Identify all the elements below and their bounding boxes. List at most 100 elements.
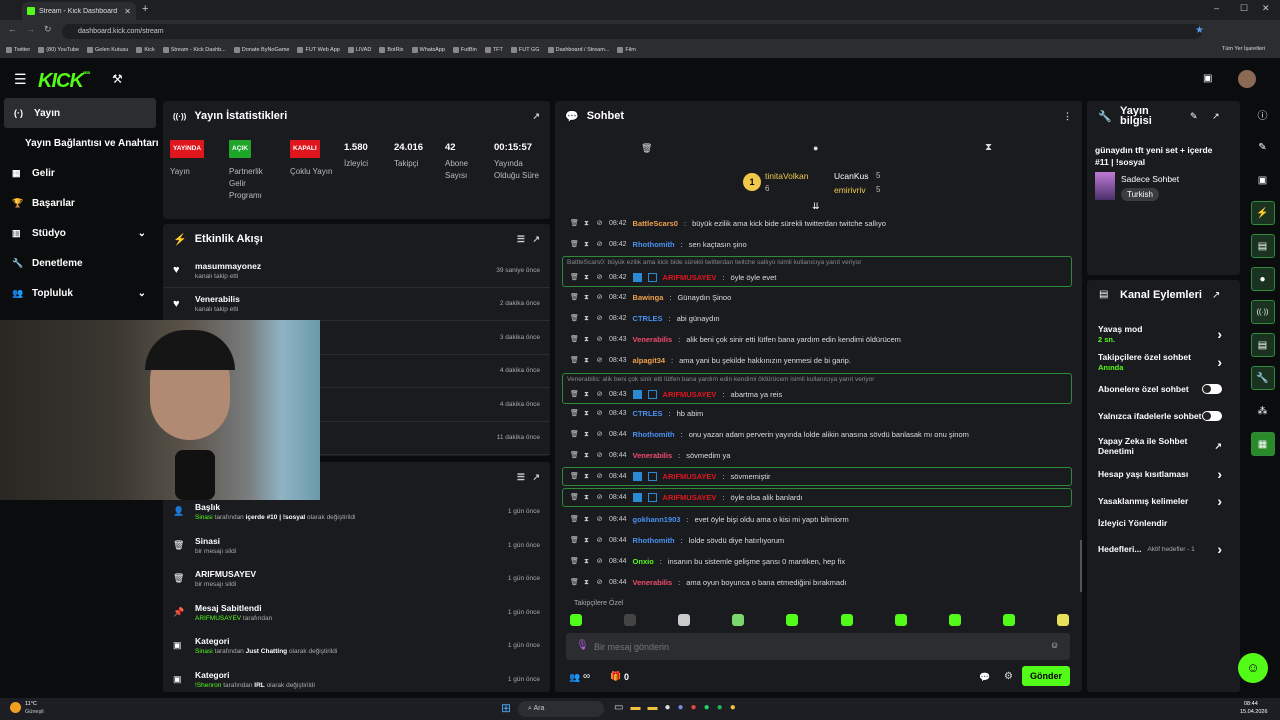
channel-action-row[interactable]: Yavaş mod 2 sn. › [1090, 324, 1230, 344]
bookmark-item[interactable]: (80) YouTube [38, 47, 79, 53]
timeout-icon[interactable]: ⧗ [583, 357, 590, 364]
url-field[interactable]: dashboard.kick.com/stream [62, 24, 1202, 39]
settings-icon[interactable]: ⚙ [1004, 671, 1013, 682]
forward-icon[interactable]: → [26, 24, 35, 34]
chat-menu-icon[interactable]: ⋮ [1063, 111, 1072, 122]
sidebar-item-1[interactable]: Yayın Bağlantısı ve Anahtarı [0, 128, 160, 158]
delete-msg-icon[interactable]: 🗑 [570, 410, 579, 417]
emote-icon[interactable] [948, 614, 961, 626]
emote-icon[interactable] [678, 614, 691, 626]
timeout-icon[interactable]: ⧗ [583, 473, 590, 480]
emote-icon[interactable] [1002, 614, 1015, 626]
timeout-icon[interactable]: ⧗ [583, 558, 590, 565]
vr-icon[interactable]: ▣ [1203, 73, 1212, 84]
delete-msg-icon[interactable]: 🗑 [570, 431, 579, 438]
ban-icon[interactable]: ⊘ [596, 516, 603, 523]
kick-logo[interactable]: KICKBETA [38, 70, 90, 93]
bookmark-item[interactable]: Film [617, 47, 636, 53]
message-user[interactable]: Bawinga [633, 293, 664, 302]
timeout-icon[interactable]: ⧗ [583, 537, 590, 544]
message-user[interactable]: Venerabilis [633, 578, 673, 587]
bookmark-item[interactable]: FUT GG [510, 47, 540, 53]
message-user[interactable]: ARIFMUSAYEV [663, 472, 717, 481]
timeout-icon[interactable]: ⧗ [583, 274, 590, 281]
app-icon[interactable]: ● [730, 702, 736, 713]
channel-action-row[interactable]: Yasaklanmış kelimeler › [1090, 493, 1230, 509]
gifter-2-name[interactable]: UcanKus [834, 171, 869, 181]
ban-icon[interactable]: ⊘ [596, 241, 603, 248]
timeout-icon[interactable]: ⧗ [583, 494, 590, 501]
discord-icon[interactable]: ● [678, 702, 684, 713]
timeout-icon[interactable]: ⧗ [583, 336, 590, 343]
delete-msg-icon[interactable]: 🗑 [570, 391, 579, 398]
bookmark-item[interactable]: LIVAD [347, 47, 371, 53]
chat-rail-icon[interactable]: ● [1250, 267, 1275, 291]
bookmark-item[interactable]: TFT [484, 47, 503, 53]
explorer-icon[interactable]: ▬ [630, 702, 640, 713]
ban-icon[interactable]: ⊘ [596, 336, 603, 343]
delete-msg-icon[interactable]: 🗑 [570, 516, 579, 523]
timeout-icon[interactable]: ⧗ [583, 294, 590, 301]
maximize-icon[interactable]: ☐ [1240, 3, 1248, 14]
timeout-icon[interactable]: ⧗ [583, 241, 590, 248]
timeout-icon[interactable]: ⧗ [583, 220, 590, 227]
emote-icon[interactable] [1056, 614, 1069, 626]
toggle-switch[interactable] [1202, 411, 1222, 421]
channel-action-row[interactable]: Takipçilere özel sohbet Anında › [1090, 352, 1230, 372]
screen-icon[interactable]: ▣ [1251, 168, 1275, 192]
windows-start-icon[interactable]: ⊞ [501, 701, 511, 715]
delete-msg-icon[interactable]: 🗑 [570, 336, 579, 343]
delete-msg-icon[interactable]: 🗑 [570, 558, 579, 565]
wrench-rail-icon[interactable]: 🔧 [1250, 366, 1275, 390]
emote-icon[interactable] [894, 614, 907, 626]
delete-msg-icon[interactable]: 🗑 [570, 357, 579, 364]
github-icon[interactable]: ● [664, 702, 670, 713]
modlog-filter-icon[interactable]: ☰ ↗ [517, 472, 540, 483]
ban-icon[interactable]: ⊘ [596, 391, 603, 398]
close-tab-icon[interactable]: ✕ [124, 7, 131, 16]
ban-icon[interactable]: ⊘ [596, 357, 603, 364]
spotify-icon[interactable]: ● [717, 702, 723, 713]
sidebar-item-6[interactable]: 👥 Topluluk ⌄ [0, 278, 160, 308]
message-user[interactable]: Rhothomith [633, 430, 675, 439]
delete-msg-icon[interactable]: 🗑 [570, 274, 579, 281]
card-icon[interactable]: ▤ [1250, 234, 1275, 258]
menu-icon[interactable]: ☰ [14, 71, 27, 88]
all-bookmarks[interactable]: Tüm Yer İşaretleri [1222, 46, 1265, 52]
bookmark-item[interactable]: WhatsApp [411, 47, 445, 53]
timeout-icon[interactable]: ⧗ [583, 516, 590, 523]
message-user[interactable]: ARIFMUSAYEV [663, 390, 717, 399]
ban-icon[interactable]: ⊘ [596, 315, 603, 322]
modlog-user[interactable]: Sinasi [195, 648, 213, 655]
game-icon[interactable]: ▦ [1250, 432, 1275, 456]
folder-icon[interactable]: ▬ [647, 702, 657, 713]
message-user[interactable]: Venerabilis [633, 451, 673, 460]
back-icon[interactable]: ← [8, 24, 17, 34]
emote-icon[interactable] [570, 614, 582, 626]
ban-icon[interactable]: ⊘ [596, 294, 603, 301]
bookmark-item[interactable]: FutBin [452, 47, 477, 53]
minimize-icon[interactable]: – [1214, 3, 1219, 13]
bookmark-item[interactable]: Kick [136, 47, 155, 53]
chat-bubble-icon[interactable]: ● [813, 143, 818, 153]
category-name[interactable]: Sadece Sohbet [1121, 174, 1179, 184]
channel-action-row[interactable]: Yapay Zeka ile Sohbet Denetimi ↗ [1090, 436, 1230, 456]
channel-action-row[interactable]: Hesap yaşı kısıtlaması › [1090, 466, 1230, 482]
close-window-icon[interactable]: ✕ [1262, 3, 1270, 14]
ban-icon[interactable]: ⊘ [596, 274, 603, 281]
emote-icon[interactable] [786, 614, 799, 626]
support-button[interactable]: ☺ [1238, 653, 1268, 683]
timeout-icon[interactable]: ⧗ [583, 431, 590, 438]
new-tab-button[interactable]: + [142, 3, 148, 15]
taskview-icon[interactable]: ▭ [614, 702, 623, 713]
message-user[interactable]: gokhann1903 [633, 515, 681, 524]
delete-msg-icon[interactable]: 🗑 [570, 220, 579, 227]
channel-action-row[interactable]: İzleyici Yönlendir [1090, 518, 1230, 528]
emote-icon[interactable] [732, 614, 745, 626]
ban-icon[interactable]: ⊘ [596, 410, 603, 417]
sidebar-item-0[interactable]: (·) Yayın [4, 98, 156, 128]
chrome-icon[interactable]: ● [691, 702, 697, 713]
modlog-user[interactable]: Sinasi [195, 514, 213, 521]
delete-msg-icon[interactable]: 🗑 [570, 494, 579, 501]
people-icon[interactable]: ⁂ [1251, 399, 1275, 423]
